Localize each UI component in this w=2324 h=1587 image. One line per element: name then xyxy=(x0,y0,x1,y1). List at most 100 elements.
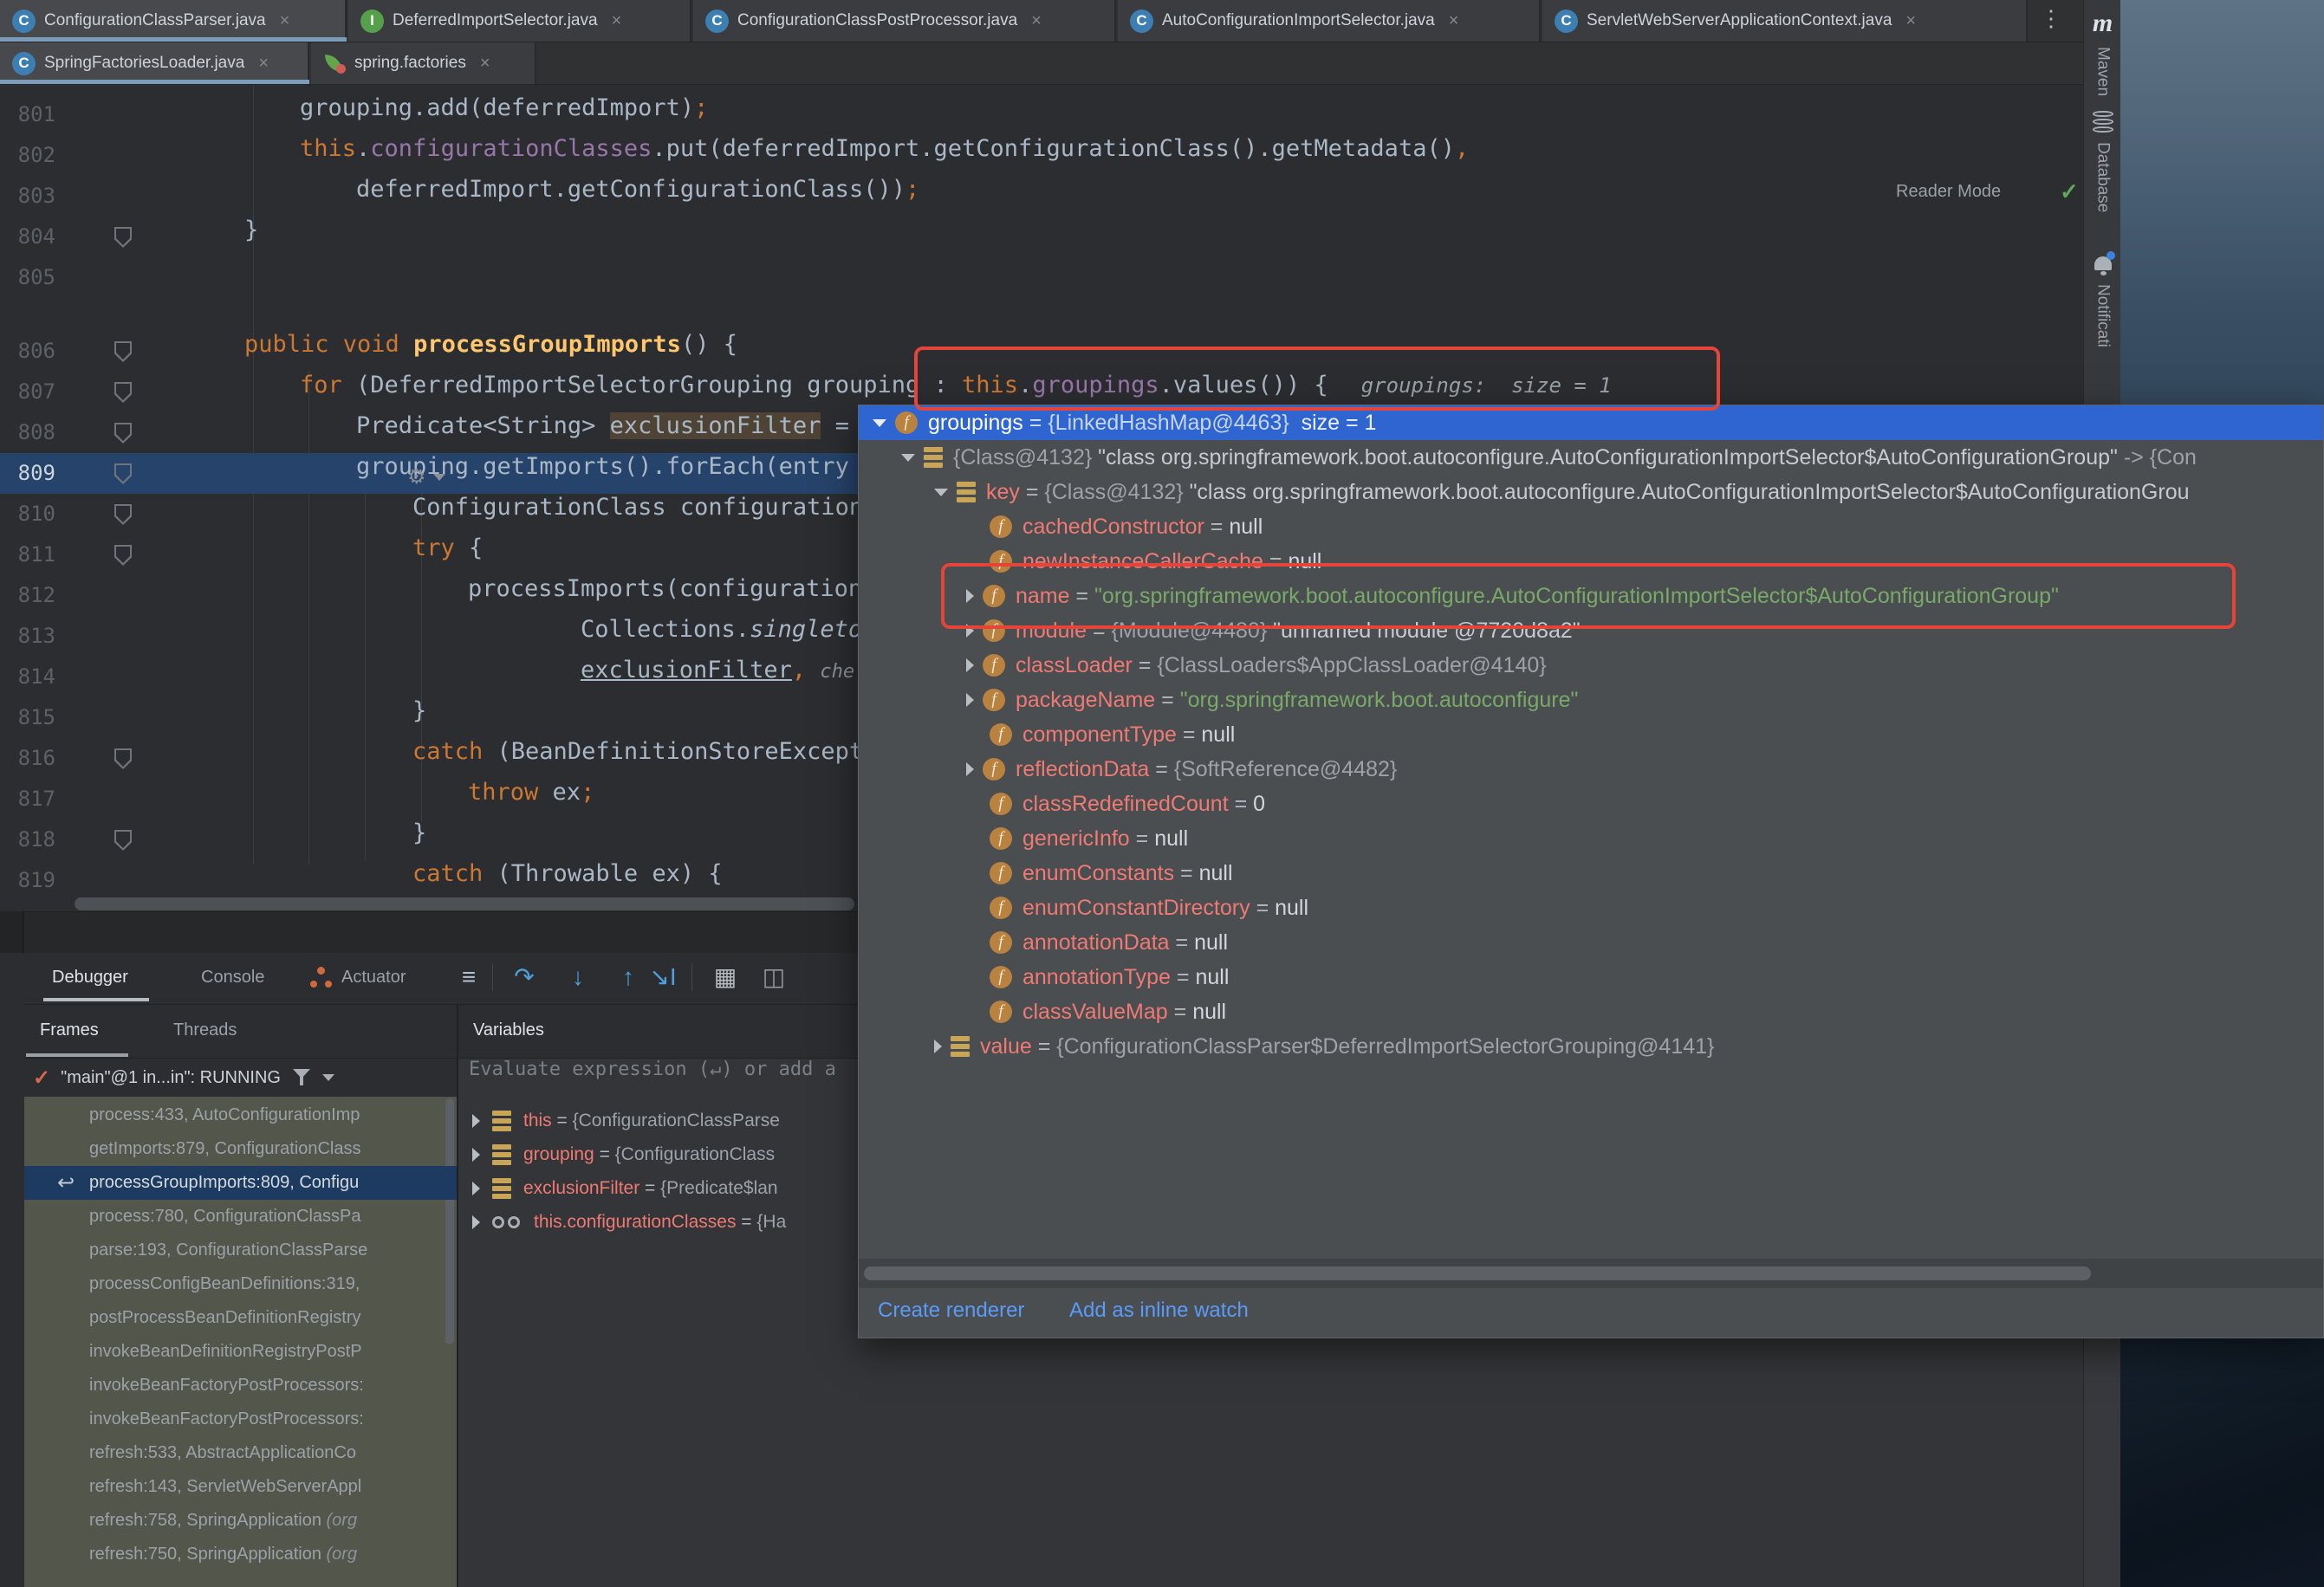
create-renderer-link[interactable]: Create renderer xyxy=(878,1299,1024,1323)
popup-row-classRedefinedCount[interactable]: fclassRedefinedCount = 0 xyxy=(859,787,2323,821)
step-over-icon[interactable]: ↷ xyxy=(506,960,542,994)
field-icon: f xyxy=(895,411,918,434)
popup-row-annotationType[interactable]: fannotationType = null xyxy=(859,960,2323,994)
chevron-right-icon[interactable] xyxy=(966,658,974,672)
stripe-item-database[interactable]: Database xyxy=(2084,111,2121,212)
menu-icon[interactable]: ≡ xyxy=(451,960,487,994)
stripe-item-maven[interactable]: mMaven xyxy=(2084,9,2121,96)
tab-actuator[interactable]: Actuator xyxy=(341,953,406,1001)
layout-settings-icon[interactable]: ◫ xyxy=(756,960,792,994)
gutter-fold-icon[interactable] xyxy=(114,382,132,403)
evaluate-expression-input[interactable]: Evaluate expression (↵) or add a xyxy=(469,1059,836,1097)
tab-spring.factories[interactable]: spring.factories× xyxy=(311,42,536,84)
tab-ServletWebServerApplicationContext.java[interactable]: CServletWebServerApplicationContext.java… xyxy=(1542,0,2028,42)
gutter-fold-icon[interactable] xyxy=(114,227,132,248)
close-icon[interactable]: × xyxy=(1902,11,1919,31)
chevron-down-icon[interactable] xyxy=(901,454,915,462)
close-icon[interactable]: × xyxy=(255,54,272,74)
close-icon[interactable]: × xyxy=(1028,11,1045,31)
thread-selector[interactable]: ✓ "main"@1 in...in": RUNNING xyxy=(24,1059,457,1097)
gutter-fold-icon[interactable] xyxy=(114,463,132,484)
editor-horizontal-scrollbar[interactable] xyxy=(75,897,854,910)
tab-DeferredImportSelector.java[interactable]: IDeferredImportSelector.java× xyxy=(348,0,691,42)
evaluate-expression-icon[interactable]: ▦ xyxy=(707,960,743,994)
tab-ConfigurationClassPostProcessor.java[interactable]: CConfigurationClassPostProcessor.java× xyxy=(693,0,1116,42)
frame-row[interactable]: getImports:879, ConfigurationClass xyxy=(24,1132,457,1166)
chevron-right-icon[interactable] xyxy=(966,762,974,776)
tab-overflow-menu-icon[interactable]: ⋮ xyxy=(2040,5,2062,32)
frame-row[interactable]: ↩processGroupImports:809, Configu xyxy=(24,1166,457,1200)
tab-debugger[interactable]: Debugger xyxy=(52,953,128,1001)
popup-row-enumConstantDirectory[interactable]: fenumConstantDirectory = null xyxy=(859,891,2323,925)
popup-horizontal-scrollbar[interactable] xyxy=(864,1266,2091,1280)
inspections-ok-icon[interactable]: ✓ xyxy=(2060,178,2079,205)
chevron-right-icon[interactable] xyxy=(472,1148,480,1162)
popup-row-genericInfo[interactable]: fgenericInfo = null xyxy=(859,821,2323,856)
code-line-805[interactable]: 805 xyxy=(0,257,2083,298)
frame-row[interactable]: processConfigBeanDefinitions:319, xyxy=(24,1267,457,1301)
frame-row[interactable]: invokeBeanDefinitionRegistryPostP xyxy=(24,1335,457,1369)
chevron-right-icon[interactable] xyxy=(966,693,974,707)
method-gutter-hint[interactable]: ⚙ xyxy=(407,464,445,489)
gutter-fold-icon[interactable] xyxy=(114,830,132,851)
reader-mode-label[interactable]: Reader Mode xyxy=(1896,182,2001,202)
gutter-fold-icon[interactable] xyxy=(114,341,132,362)
line-number: 815 xyxy=(0,697,55,738)
gutter-fold-icon[interactable] xyxy=(114,545,132,566)
gutter-fold-icon[interactable] xyxy=(114,504,132,525)
popup-row-annotationData[interactable]: fannotationData = null xyxy=(859,925,2323,960)
frame-row[interactable]: postProcessBeanDefinitionRegistry xyxy=(24,1301,457,1335)
close-icon[interactable]: × xyxy=(276,11,294,31)
tab-console[interactable]: Console xyxy=(201,953,264,1001)
step-out-icon[interactable]: ↑ xyxy=(610,960,646,994)
code-line-801[interactable]: 801grouping.add(deferredImport); xyxy=(0,94,2083,135)
frame-row[interactable]: refresh:758, SpringApplication (org xyxy=(24,1504,457,1538)
gutter-fold-icon[interactable] xyxy=(114,748,132,769)
step-into-icon[interactable]: ↓ xyxy=(560,960,596,994)
popup-row-packageName[interactable]: fpackageName = "org.springframework.boot… xyxy=(859,683,2323,717)
tab-SpringFactoriesLoader.java[interactable]: CSpringFactoriesLoader.java× xyxy=(0,42,309,84)
chevron-right-icon[interactable] xyxy=(934,1040,942,1053)
chevron-down-icon[interactable] xyxy=(322,1074,334,1081)
frame-row[interactable]: process:433, AutoConfigurationImp xyxy=(24,1098,457,1132)
close-icon[interactable]: × xyxy=(1445,11,1463,31)
frame-row[interactable]: refresh:750, SpringApplication (org xyxy=(24,1538,457,1571)
popup-row-classValueMap[interactable]: fclassValueMap = null xyxy=(859,994,2323,1029)
frame-row[interactable]: refresh:143, ServletWebServerAppl xyxy=(24,1470,457,1504)
frame-row[interactable]: invokeBeanFactoryPostProcessors: xyxy=(24,1402,457,1436)
popup-row-value[interactable]: value = {ConfigurationClassParser$Deferr… xyxy=(859,1029,2323,1064)
stripe-item-notificati[interactable]: Notificati xyxy=(2084,253,2121,347)
popup-row-key[interactable]: key = {Class@4132} "class org.springfram… xyxy=(859,475,2323,509)
add-inline-watch-link[interactable]: Add as inline watch xyxy=(1069,1299,1249,1323)
code-line-804[interactable]: 804} xyxy=(0,217,2083,257)
tab-frames[interactable]: Frames xyxy=(40,1020,99,1040)
chevron-right-icon[interactable] xyxy=(472,1114,480,1128)
tab-threads[interactable]: Threads xyxy=(173,1020,237,1040)
popup-header-row[interactable]: fgroupings = {LinkedHashMap@4463} size =… xyxy=(859,405,2323,440)
tab-AutoConfigurationImportSelector.java[interactable]: CAutoConfigurationImportSelector.java× xyxy=(1118,0,1541,42)
popup-row-enumConstants[interactable]: fenumConstants = null xyxy=(859,856,2323,891)
close-icon[interactable]: × xyxy=(608,11,626,31)
popup-row-entry[interactable]: {Class@4132} "class org.springframework.… xyxy=(859,440,2323,475)
chevron-down-icon[interactable] xyxy=(873,419,886,427)
chevron-right-icon[interactable] xyxy=(472,1182,480,1195)
field-icon: f xyxy=(990,931,1012,954)
chevron-down-icon[interactable] xyxy=(934,489,948,496)
frame-row[interactable]: invokeBeanFactoryPostProcessors: xyxy=(24,1369,457,1402)
run-to-cursor-icon[interactable]: ↘I xyxy=(645,960,681,994)
popup-row-cachedConstructor[interactable]: fcachedConstructor = null xyxy=(859,509,2323,544)
chevron-right-icon[interactable] xyxy=(472,1215,480,1229)
frame-row[interactable]: refresh:533, AbstractApplicationCo xyxy=(24,1436,457,1470)
frame-row[interactable]: parse:193, ConfigurationClassParse xyxy=(24,1234,457,1267)
popup-row-componentType[interactable]: fcomponentType = null xyxy=(859,717,2323,752)
popup-row-reflectionData[interactable]: freflectionData = {SoftReference@4482} xyxy=(859,752,2323,787)
frames-list[interactable]: process:433, AutoConfigurationImpgetImpo… xyxy=(24,1097,457,1587)
filter-funnel-icon[interactable] xyxy=(293,1069,310,1086)
popup-row-classLoader[interactable]: fclassLoader = {ClassLoaders$AppClassLoa… xyxy=(859,648,2323,683)
code-line-803[interactable]: 803deferredImport.getConfigurationClass(… xyxy=(0,176,2083,217)
gutter-fold-icon[interactable] xyxy=(114,423,132,444)
frame-row[interactable]: process:780, ConfigurationClassPa xyxy=(24,1200,457,1234)
tab-ConfigurationClassParser.java[interactable]: CConfigurationClassParser.java× xyxy=(0,0,347,42)
code-line-802[interactable]: 802this.configurationClasses.put(deferre… xyxy=(0,135,2083,176)
close-icon[interactable]: × xyxy=(477,54,494,74)
